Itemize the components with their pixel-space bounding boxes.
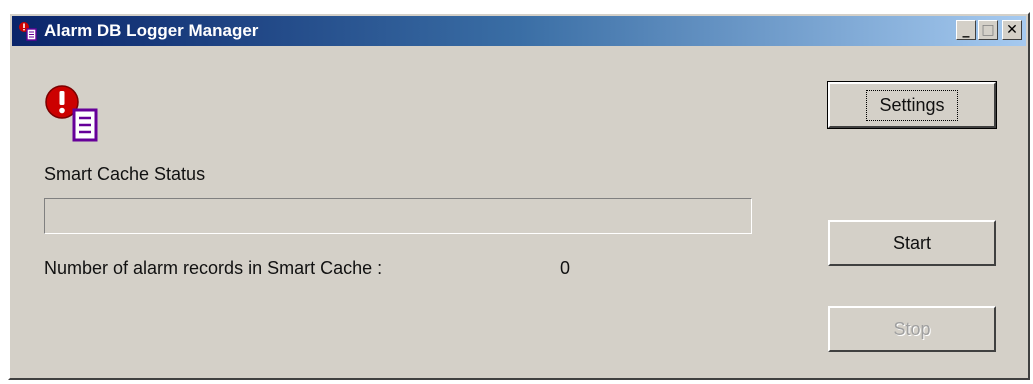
smart-cache-progress-bar: [44, 198, 752, 234]
records-count-label: Number of alarm records in Smart Cache :: [44, 258, 383, 278]
maximize-icon: □: [981, 22, 995, 38]
close-icon: ✕: [1006, 22, 1018, 38]
settings-button-label: Settings: [866, 89, 958, 121]
alarm-database-icon: [44, 84, 100, 144]
window-title: Alarm DB Logger Manager: [44, 21, 259, 40]
window-controls: _ □ ✕: [956, 20, 1022, 40]
alarm-db-title-icon: [18, 21, 38, 41]
settings-button[interactable]: Settings: [827, 81, 997, 129]
minimize-icon: _: [962, 22, 970, 38]
app-window: Alarm DB Logger Manager _ □ ✕ Smart Cach…: [8, 12, 1030, 380]
close-button[interactable]: ✕: [1002, 20, 1022, 40]
records-count-value: 0: [560, 258, 571, 278]
title-bar[interactable]: Alarm DB Logger Manager _ □ ✕: [12, 16, 1026, 46]
stop-button-label: Stop: [893, 318, 931, 339]
maximize-button[interactable]: □: [978, 20, 998, 40]
minimize-button[interactable]: _: [956, 20, 976, 40]
stop-button[interactable]: Stop: [828, 306, 996, 352]
smart-cache-status-label: Smart Cache Status: [44, 164, 206, 184]
start-button[interactable]: Start: [828, 220, 996, 266]
start-button-label: Start: [892, 232, 931, 253]
